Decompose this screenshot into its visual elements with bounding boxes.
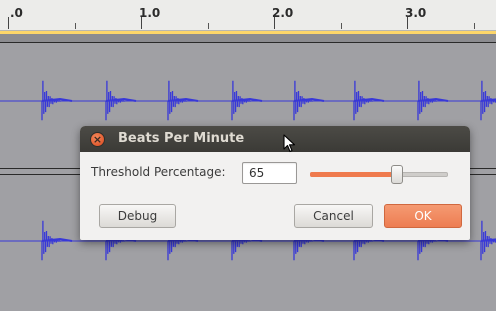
ruler-minor-tick xyxy=(473,23,475,29)
mouse-pointer-icon xyxy=(283,134,296,153)
ruler-minor-tick xyxy=(207,23,209,29)
ruler-minor-tick xyxy=(74,23,76,29)
close-icon[interactable]: × xyxy=(91,133,104,146)
threshold-label: Threshold Percentage: xyxy=(91,165,226,179)
ruler-label-3: 3.0 xyxy=(405,6,427,20)
ruler-label-0: .0 xyxy=(10,6,23,20)
ruler-minor-tick xyxy=(340,23,342,29)
ruler-major-tick xyxy=(407,17,408,29)
timeline-ruler[interactable]: .0 1.0 2.0 3.0 xyxy=(0,0,496,31)
threshold-slider[interactable] xyxy=(310,164,448,184)
ruler-label-1: 1.0 xyxy=(139,6,161,20)
ok-button[interactable]: OK xyxy=(384,204,462,228)
track-separator xyxy=(0,34,496,42)
cancel-button[interactable]: Cancel xyxy=(294,204,373,228)
ruler-label-2: 2.0 xyxy=(272,6,294,20)
threshold-input[interactable] xyxy=(242,162,297,184)
slider-fill xyxy=(310,172,396,177)
debug-button[interactable]: Debug xyxy=(99,204,176,228)
ruler-major-tick xyxy=(274,17,275,29)
beats-per-minute-dialog: × Beats Per Minute Threshold Percentage:… xyxy=(80,126,470,240)
dialog-title: Beats Per Minute xyxy=(118,131,245,146)
dialog-titlebar[interactable]: × Beats Per Minute xyxy=(80,126,470,152)
slider-thumb[interactable] xyxy=(390,165,403,184)
ruler-major-tick xyxy=(141,17,142,29)
track-edge xyxy=(0,42,496,43)
ruler-major-tick xyxy=(8,17,9,29)
